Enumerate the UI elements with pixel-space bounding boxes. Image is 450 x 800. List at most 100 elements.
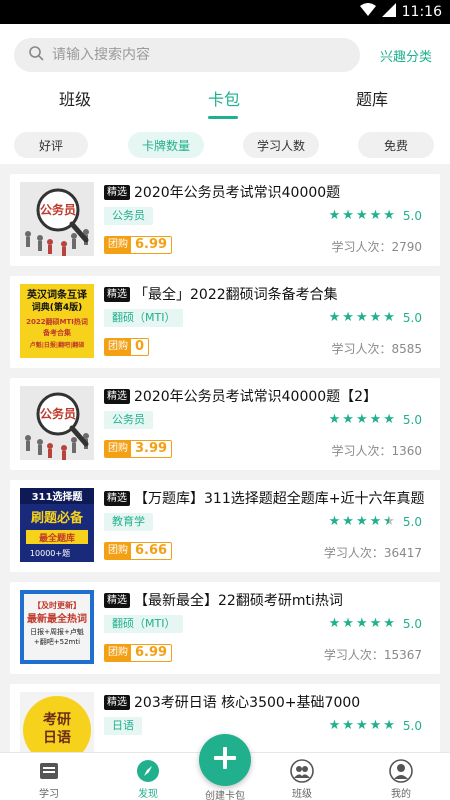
create-card-pack-button[interactable] — [199, 734, 251, 786]
card-title: 精选 「最全」2022翻硕词条备考合集 — [104, 284, 426, 304]
signal-icon — [381, 3, 396, 21]
group-buy-price: 团购 6.99 — [104, 236, 173, 254]
star-icon: ★ — [383, 718, 395, 733]
svg-text:公务员: 公务员 — [40, 406, 76, 421]
active-tab-indicator — [208, 116, 238, 119]
compass-icon — [136, 759, 160, 783]
card-title: 精选 2020年公务员考试常识40000题 — [104, 182, 426, 202]
search-bar[interactable] — [14, 38, 360, 72]
category-tag: 公务员 — [104, 207, 153, 225]
svg-text:最全题库: 最全题库 — [39, 532, 75, 544]
star-icon: ★ — [328, 208, 341, 223]
plus-icon — [212, 745, 238, 775]
book-icon — [37, 759, 61, 783]
featured-badge: 精选 — [104, 592, 130, 608]
nav-class[interactable]: 班级 — [272, 759, 332, 800]
tab-class[interactable]: 班级 — [59, 86, 91, 110]
group-icon — [290, 759, 314, 783]
svg-text:日语: 日语 — [43, 730, 71, 746]
status-bar: 11:16 — [0, 0, 450, 24]
header: 兴趣分类 班级 卡包 题库 好评 卡牌数量 学习人数 免费 — [0, 24, 450, 164]
category-tag: 日语 — [104, 717, 142, 735]
group-buy-price: 团购 3.99 — [104, 440, 173, 458]
rating-stars: ★★★★ ★★ 5.0 — [329, 514, 422, 529]
featured-badge: 精选 — [104, 490, 130, 506]
nav-discover[interactable]: 发现 — [118, 759, 178, 800]
star-icon: ★ — [383, 208, 395, 223]
svg-text:卢魁|日报|翻吧|翻硕: 卢魁|日报|翻吧|翻硕 — [30, 341, 85, 349]
card-pack-list: 公务员 精选 2020年公务员考试常识40000题 公务员 ★ ★ ★ ★ ★ 5.0 … — [0, 164, 450, 752]
star-icon: ★ — [328, 718, 341, 733]
list-item[interactable]: 【及时更新】 最新最全热词 日报+周报+卢魁 +翻吧+52mti 精选 【最新最… — [10, 582, 440, 674]
svg-text:【及时更新】: 【及时更新】 — [33, 600, 81, 610]
star-icon: ★ — [369, 616, 382, 631]
star-icon: ★ — [342, 208, 354, 223]
interest-category-link[interactable]: 兴趣分类 — [380, 46, 432, 65]
svg-text:311选择题: 311选择题 — [32, 490, 84, 503]
rating-stars: ★ ★ ★ ★ ★ 5.0 — [329, 616, 422, 631]
svg-text:刷题必备: 刷题必备 — [31, 510, 84, 526]
category-tag: 教育学 — [104, 513, 153, 531]
featured-badge: 精选 — [104, 184, 130, 200]
thumbnail-image: 公务员 — [20, 182, 94, 256]
filter-good-reviews[interactable]: 好评 — [14, 132, 88, 158]
card-title: 精选 【最新最全】22翻硕考研mti热词 — [104, 590, 426, 610]
rating-value: 5.0 — [402, 616, 422, 631]
star-icon: ★ — [369, 514, 382, 529]
svg-text:最新最全热词: 最新最全热词 — [27, 612, 87, 625]
rating-value: 5.0 — [402, 514, 422, 529]
star-icon: ★ — [328, 412, 341, 427]
star-icon: ★ — [328, 616, 341, 631]
list-item[interactable]: 公务员 精选 2020年公务员考试常识40000题【2】 公务员 ★ ★ ★ ★ ★ 5… — [10, 378, 440, 470]
thumbnail-image: 311选择题 刷题必备 最全题库 10000+题 — [20, 488, 94, 562]
filter-card-count[interactable]: 卡牌数量 — [128, 132, 204, 158]
star-icon: ★ — [342, 616, 354, 631]
star-icon: ★ — [355, 208, 368, 223]
learner-count: 学习人次：8585 — [331, 342, 422, 356]
thumbnail-image: 【及时更新】 最新最全热词 日报+周报+卢魁 +翻吧+52mti — [20, 590, 94, 664]
svg-text:英汉词条互译: 英汉词条互译 — [26, 288, 88, 301]
star-icon: ★ — [369, 310, 382, 325]
list-item[interactable]: 英汉词条互译 词典(第4版) 2022翻硕MTI热词 备考合集 卢魁|日报|翻吧… — [10, 276, 440, 368]
list-item[interactable]: 公务员 精选 2020年公务员考试常识40000题 公务员 ★ ★ ★ ★ ★ 5.0 … — [10, 174, 440, 266]
user-icon — [389, 759, 413, 783]
learner-count: 学习人次：2790 — [331, 240, 422, 254]
learner-count: 学习人次：1360 — [331, 444, 422, 458]
card-title: 精选 203考研日语 核心3500+基础7000 — [104, 692, 426, 712]
nav-mine[interactable]: 我的 — [371, 759, 431, 800]
card-title: 精选 2020年公务员考试常识40000题【2】 — [104, 386, 426, 406]
featured-badge: 精选 — [104, 694, 130, 710]
category-tag: 翻硕（MTI） — [104, 615, 184, 633]
tab-card-pack[interactable]: 卡包 — [208, 86, 240, 110]
search-icon — [28, 45, 44, 65]
search-input[interactable] — [52, 47, 342, 63]
svg-text:日报+周报+卢魁: 日报+周报+卢魁 — [30, 627, 84, 636]
rating-stars: ★ ★ ★ ★ ★ 5.0 — [329, 718, 422, 733]
rating-stars: ★ ★ ★ ★ ★ 5.0 — [329, 310, 422, 325]
nav-study[interactable]: 学习 — [19, 759, 79, 800]
star-icon: ★ — [342, 514, 354, 529]
star-icon: ★ — [342, 310, 354, 325]
svg-text:10000+题: 10000+题 — [30, 549, 70, 558]
svg-text:公务员: 公务员 — [40, 202, 76, 217]
svg-text:2022翻硕MTI热词: 2022翻硕MTI热词 — [26, 317, 88, 326]
star-icon: ★ — [383, 412, 395, 427]
svg-text:考研: 考研 — [43, 711, 71, 728]
rating-stars: ★ ★ ★ ★ ★ 5.0 — [329, 208, 422, 223]
filter-free[interactable]: 免费 — [358, 132, 434, 158]
create-card-pack-label: 创建卡包 — [205, 791, 245, 800]
thumbnail-image: 英汉词条互译 词典(第4版) 2022翻硕MTI热词 备考合集 卢魁|日报|翻吧… — [20, 284, 94, 358]
star-icon: ★ — [328, 310, 341, 325]
featured-badge: 精选 — [104, 286, 130, 302]
svg-text:词典(第4版): 词典(第4版) — [32, 301, 83, 313]
filter-learners[interactable]: 学习人数 — [243, 132, 319, 158]
rating-value: 5.0 — [402, 310, 422, 325]
star-icon: ★ — [342, 412, 354, 427]
tab-question-bank[interactable]: 题库 — [356, 86, 388, 110]
rating-stars: ★ ★ ★ ★ ★ 5.0 — [329, 412, 422, 427]
list-item[interactable]: 311选择题 刷题必备 最全题库 10000+题 精选 【万题库】311选择题超… — [10, 480, 440, 572]
rating-value: 5.0 — [402, 718, 422, 733]
rating-value: 5.0 — [402, 412, 422, 427]
star-icon: ★ — [383, 616, 395, 631]
svg-text:备考合集: 备考合集 — [42, 328, 72, 337]
